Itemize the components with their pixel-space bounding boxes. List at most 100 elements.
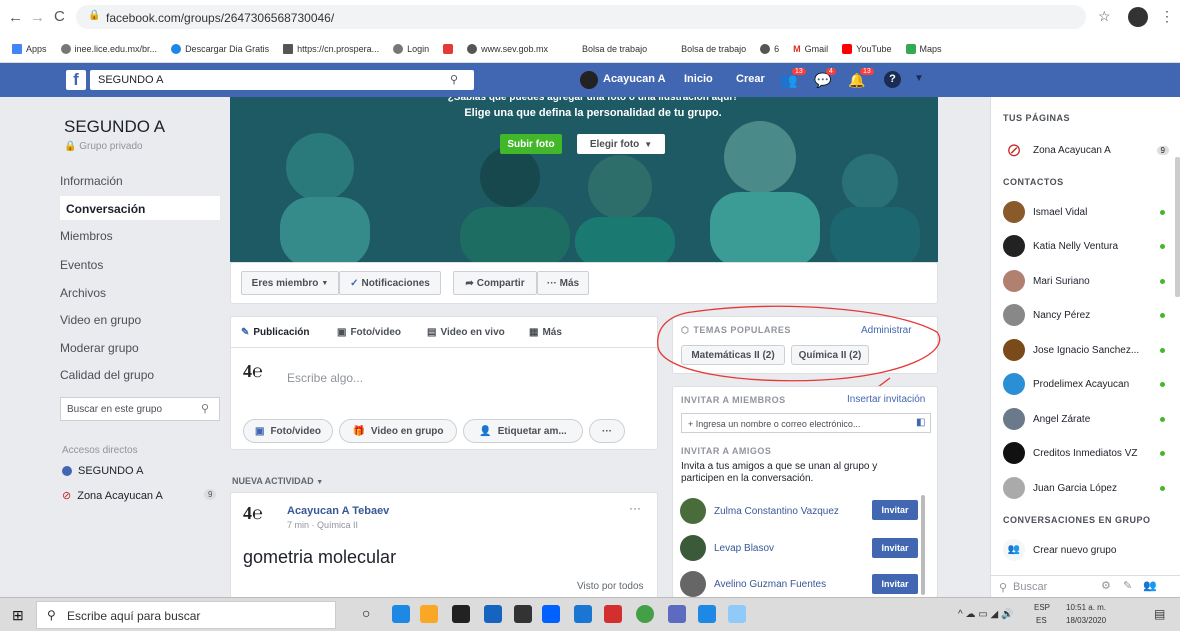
bookmark-1[interactable]: inee.lice.edu.mx/br... (60, 44, 157, 54)
invite-button[interactable]: Invitar (872, 538, 918, 558)
mail-icon[interactable] (484, 605, 502, 623)
nav-files[interactable]: Archivos (60, 286, 106, 300)
account-menu-icon[interactable]: ▼ (914, 73, 924, 84)
page-item[interactable]: ⊘ Zona Acayucan A9 (1003, 139, 1173, 161)
system-tray-icons[interactable]: ^ ☁ ▭ ◢ 🔊 (958, 609, 1013, 620)
bookmark-4[interactable]: Login (393, 44, 429, 54)
scrollbar[interactable] (1175, 157, 1180, 297)
help-icon[interactable]: ? (884, 71, 901, 88)
windows-start-icon[interactable]: ⊞ (12, 607, 24, 624)
contact-item[interactable]: Mari Suriano (1003, 270, 1173, 292)
bookmark-6[interactable]: www.sev.gob.mx (467, 44, 548, 54)
search-input[interactable]: SEGUNDO A ⚲ (90, 70, 474, 90)
bookmark-5[interactable] (443, 44, 454, 54)
tab-post[interactable]: ✎ Publicación (241, 327, 310, 338)
taskbar-search-input[interactable]: ⚲ Escribe aquí para buscar (36, 601, 336, 629)
nav-moderate[interactable]: Moderar grupo (60, 341, 139, 355)
gear-icon[interactable]: ⚙ (1101, 579, 1111, 592)
contact-item[interactable]: Nancy Pérez (1003, 304, 1173, 326)
invite-button[interactable]: Invitar (872, 500, 918, 520)
composer-input[interactable]: Escribe algo... (287, 371, 363, 385)
menu-icon[interactable]: ⋮ (1160, 8, 1174, 25)
facebook-logo[interactable]: f (66, 70, 86, 90)
store-icon[interactable] (452, 605, 470, 623)
tab-live-video[interactable]: ▤ Video en vivo (427, 327, 505, 338)
notifications-button[interactable]: ✓ Notificaciones (339, 271, 441, 295)
more-button[interactable]: ··· Más (537, 271, 589, 295)
contact-item[interactable]: Jose Ignacio Sanchez... (1003, 339, 1173, 361)
share-button[interactable]: ➦ Compartir (453, 271, 537, 295)
invite-input[interactable]: + Ingresa un nombre o correo electrónico… (681, 413, 931, 433)
dropbox-icon[interactable] (542, 605, 560, 623)
bookmark-youtube[interactable]: YouTube (842, 44, 892, 54)
contact-item[interactable]: Creditos Inmediatos VZ (1003, 442, 1173, 464)
nav-group-video[interactable]: Video en grupo (60, 313, 141, 327)
star-icon[interactable]: ☆ (1098, 8, 1111, 25)
choose-photo-button[interactable]: Elegir foto ▼ (577, 134, 665, 154)
file-explorer-icon[interactable] (420, 605, 438, 623)
nav-members[interactable]: Miembros (60, 229, 113, 243)
bookmark-apps[interactable]: Apps (12, 44, 47, 54)
tab-more[interactable]: ▦ Más (529, 327, 562, 338)
tab-photo-video[interactable]: ▣ Foto/video (337, 327, 401, 338)
tag-friends-button[interactable]: 👤 Etiquetar am... (463, 419, 583, 443)
composer-more-button[interactable]: ··· (589, 419, 625, 443)
office-icon[interactable] (604, 605, 622, 623)
bookmark-gmail[interactable]: M Gmail (793, 44, 828, 54)
scrollbar[interactable] (921, 495, 925, 595)
keyboard-layout[interactable]: ES (1036, 616, 1047, 625)
nav-quality[interactable]: Calidad del grupo (60, 368, 154, 382)
profile-link[interactable]: Acayucan A (603, 73, 666, 85)
create-group-button[interactable]: 👥 Crear nuevo grupo (1003, 539, 1173, 561)
group-video-button[interactable]: 🎁 Video en grupo (339, 419, 457, 443)
avatar[interactable] (580, 71, 598, 89)
forward-icon[interactable]: → (30, 9, 45, 26)
bookmark-9[interactable]: 6 (760, 44, 779, 54)
feed-section-label[interactable]: NUEVA ACTIVIDAD ▼ (232, 476, 323, 486)
compose-icon[interactable]: ✎ (1123, 579, 1132, 592)
home-link[interactable]: Inicio (684, 73, 713, 85)
app-icon[interactable] (574, 605, 592, 623)
chat-search-input[interactable]: ⚲ Buscar ⚙ ✎ 👥 (991, 575, 1180, 597)
bookmark-2[interactable]: Descargar Dia Gratis (171, 44, 269, 54)
nav-info[interactable]: Información (60, 174, 123, 188)
reload-icon[interactable]: C (54, 8, 65, 25)
upload-photo-button[interactable]: Subir foto (500, 134, 562, 154)
contacts-icon[interactable]: ◧ (916, 417, 925, 428)
language-indicator[interactable]: ESP (1034, 603, 1050, 612)
create-link[interactable]: Crear (736, 73, 765, 85)
post-author[interactable]: Acayucan A Tebaev (287, 505, 389, 517)
back-icon[interactable]: ← (8, 9, 23, 26)
profile-avatar[interactable] (1128, 7, 1148, 27)
clock-date[interactable]: 18/03/2020 (1066, 616, 1106, 625)
search-icon[interactable]: ⚲ (201, 402, 209, 415)
shortcut-zona-acayucan[interactable]: ⊘ Zona Acayucan A (62, 489, 163, 503)
chrome-icon[interactable] (636, 605, 654, 623)
app-icon[interactable] (668, 605, 686, 623)
contact-item[interactable]: Prodelimex Acayucan (1003, 373, 1173, 395)
bookmark-8[interactable]: Bolsa de trabajo (681, 44, 746, 54)
clock-time[interactable]: 10:51 a. m. (1066, 603, 1106, 612)
bookmark-maps[interactable]: Maps (905, 44, 942, 54)
post-options-icon[interactable]: ··· (629, 501, 641, 515)
word-icon[interactable] (698, 605, 716, 623)
shortcut-segundo-a[interactable]: SEGUNDO A (62, 465, 143, 477)
paint-icon[interactable] (728, 605, 746, 623)
edge-icon[interactable] (392, 605, 410, 623)
member-button[interactable]: Eres miembro ▼ (241, 271, 339, 295)
group-title[interactable]: SEGUNDO A (64, 117, 165, 137)
group-icon[interactable]: 👥 (1143, 579, 1157, 592)
bookmark-7[interactable]: Bolsa de trabajo (582, 44, 647, 54)
task-view-icon[interactable]: ○ (362, 605, 370, 621)
photo-video-button[interactable]: ▣ Foto/video (243, 419, 333, 443)
contact-item[interactable]: Angel Zárate (1003, 408, 1173, 430)
notification-center-icon[interactable]: ▤ (1154, 607, 1165, 621)
embed-invite-link[interactable]: Insertar invitación (847, 394, 925, 405)
search-icon[interactable]: ⚲ (450, 73, 458, 86)
address-bar[interactable]: 🔒 facebook.com/groups/264730656873004​6/ (76, 5, 1086, 29)
group-search-input[interactable]: Buscar en este grupo ⚲ (60, 397, 220, 421)
app-icon[interactable] (514, 605, 532, 623)
contact-item[interactable]: Juan Garcia López (1003, 477, 1173, 499)
bookmark-3[interactable]: https://cn.prospera... (283, 44, 379, 54)
nav-events[interactable]: Eventos (60, 258, 103, 272)
